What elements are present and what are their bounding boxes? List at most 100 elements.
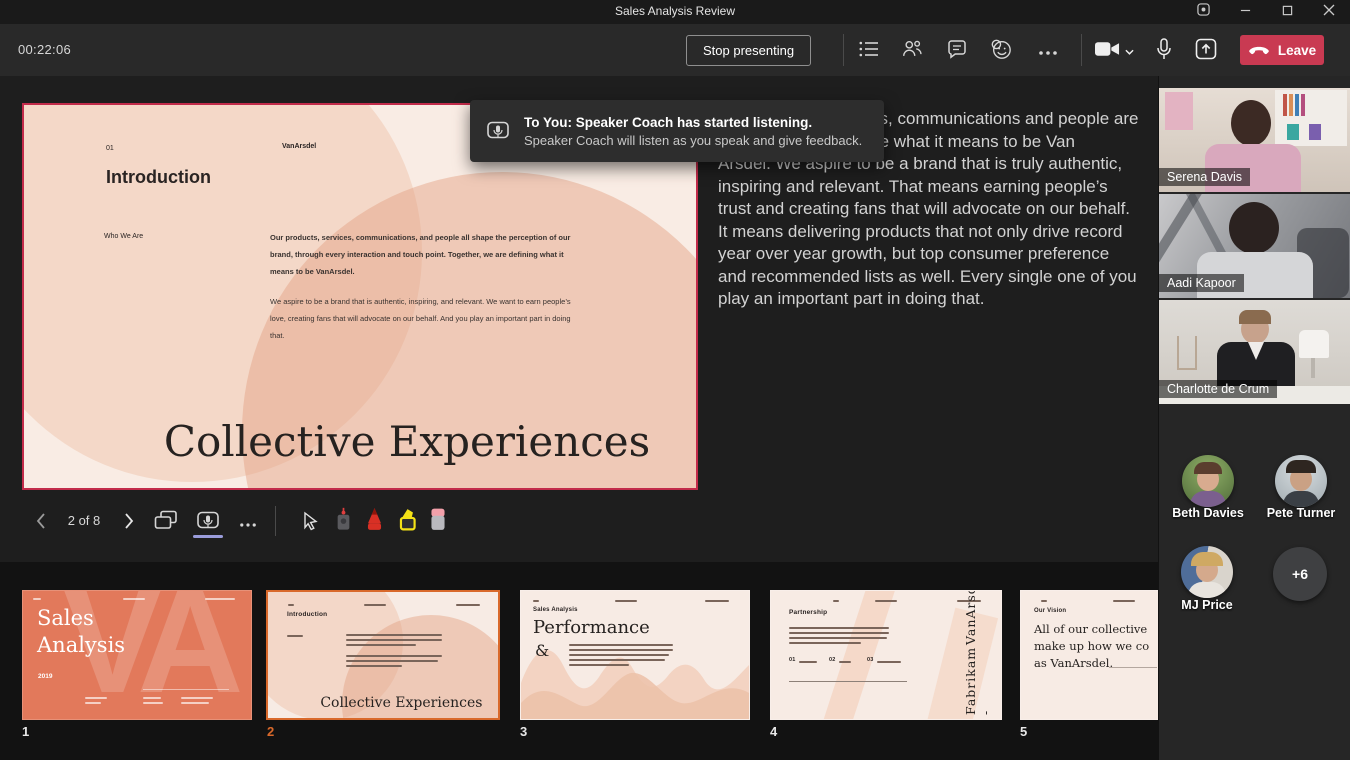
toast-body: Speaker Coach will listen as you speak a…: [524, 133, 862, 148]
chat-button[interactable]: [941, 34, 973, 66]
participant-name-label: Aadi Kapoor: [1159, 274, 1244, 292]
reactions-button[interactable]: [985, 34, 1017, 66]
book-spine: [1289, 94, 1293, 116]
teams-meeting-window: Sales Analysis Review: [0, 0, 1350, 760]
ellipsis-icon: [240, 515, 256, 530]
laser-pointer-icon: [335, 507, 352, 534]
more-options-button[interactable]: [1032, 34, 1064, 66]
slide-title: Introduction: [106, 167, 211, 188]
text-line-placeholder: [789, 637, 887, 639]
video-tile-aadi[interactable]: Aadi Kapoor: [1159, 194, 1350, 298]
minimize-button[interactable]: [1224, 0, 1266, 24]
person-silhouette: [1239, 310, 1271, 324]
avatar-pete[interactable]: [1275, 455, 1327, 507]
avatar-mj[interactable]: [1181, 546, 1233, 598]
slide-thumbnail-3[interactable]: Sales Analysis Performance &: [520, 590, 750, 720]
text-line-placeholder: [789, 627, 889, 629]
slide-thumbnail-4[interactable]: Partnership 01 02 03 Fabrikam - VanArsde…: [770, 590, 1002, 720]
book-spine: [1295, 94, 1299, 116]
participant-name-label: Charlotte de Crum: [1159, 380, 1277, 398]
people-icon: [901, 39, 923, 61]
laser-pointer-tool-button[interactable]: [330, 504, 356, 536]
thumbnail-title: Sales Analysis: [37, 605, 125, 659]
slide-page-number: 01: [106, 145, 114, 152]
text-line-placeholder: [569, 654, 669, 656]
thumbnail-number: 2: [267, 724, 274, 739]
popout-button[interactable]: [1182, 0, 1224, 24]
text-line-placeholder: [85, 697, 107, 699]
text-line-placeholder: [346, 639, 442, 641]
meeting-toolbar: 00:22:06 Stop presenting: [0, 24, 1350, 76]
grid-view-button[interactable]: [150, 506, 182, 538]
video-tile-charlotte[interactable]: Charlotte de Crum: [1159, 300, 1350, 404]
red-pen-icon: [365, 507, 384, 534]
annotation-more-button[interactable]: [232, 506, 264, 538]
text-line-placeholder: [205, 598, 235, 600]
text-line-placeholder: [875, 600, 897, 602]
chevron-left-icon: [36, 513, 46, 532]
avatar-beth[interactable]: [1182, 455, 1234, 507]
close-button[interactable]: [1308, 0, 1350, 24]
chair-decoration: [1299, 330, 1329, 358]
thumbnail-title: Partnership: [789, 609, 827, 616]
slide-brand-logo: VanArsdel: [282, 143, 316, 150]
meeting-timer: 00:22:06: [18, 42, 71, 57]
thumbnail-number: 5: [1020, 724, 1027, 739]
chevron-right-icon: [124, 513, 134, 532]
popout-icon: [1197, 3, 1210, 21]
chevron-down-icon: [1125, 43, 1134, 58]
previous-slide-button[interactable]: [28, 509, 54, 535]
video-tile-serena[interactable]: Serena Davis: [1159, 88, 1350, 192]
list-item-number: 03: [867, 657, 874, 663]
avatar-hair: [1194, 462, 1222, 474]
pointer-tool-button[interactable]: [296, 507, 324, 537]
highlighter-tool-button[interactable]: [392, 504, 422, 536]
leave-label: Leave: [1278, 43, 1316, 58]
camera-button[interactable]: [1090, 34, 1138, 66]
slide-headline: Collective Experiences: [164, 417, 650, 466]
avatar-hair: [1286, 460, 1316, 473]
speaker-coach-icon: [486, 119, 510, 143]
text-line-placeholder: [789, 632, 889, 634]
stop-presenting-button[interactable]: Stop presenting: [686, 35, 811, 66]
active-tool-underline: [193, 535, 223, 538]
speaker-coach-toast[interactable]: To You: Speaker Coach has started listen…: [470, 100, 884, 162]
poster-decoration: [1165, 92, 1193, 130]
slide-paragraph: We aspire to be a brand that is authenti…: [270, 293, 582, 344]
text-line-placeholder: [85, 702, 101, 704]
thumbnail-year: 2019: [38, 673, 52, 680]
list-item-number: 02: [829, 657, 836, 663]
participants-button[interactable]: [896, 34, 928, 66]
slide-thumbnail-2[interactable]: Introduction Collective Experiences: [266, 590, 500, 720]
pen-tool-button[interactable]: [360, 504, 388, 536]
speaker-coach-button[interactable]: [190, 506, 226, 538]
notes-line: play an important part in doing that.: [718, 288, 1148, 311]
next-slide-button[interactable]: [116, 509, 142, 535]
avatar-shoulders: [1283, 491, 1319, 507]
text-line-placeholder: [569, 659, 665, 661]
overflow-participants-badge[interactable]: +6: [1273, 547, 1327, 601]
agenda-button[interactable]: [853, 34, 885, 66]
chat-icon: [947, 39, 967, 62]
thumbnail-divider-line: [789, 681, 907, 682]
wave-chart-decoration: [521, 639, 749, 719]
camera-icon: [1095, 41, 1120, 60]
book-spine: [1301, 94, 1305, 116]
avatar-shoulders: [1190, 491, 1226, 507]
slide-thumbnail-1[interactable]: VA Sales Analysis 2019: [22, 590, 252, 720]
text-line-placeholder: [364, 604, 386, 606]
thumbnail-header: Sales Analysis: [533, 607, 578, 613]
window-controls: [1182, 0, 1350, 24]
slide-grid-icon: [154, 510, 178, 534]
share-screen-button[interactable]: [1190, 34, 1222, 66]
window-title: Sales Analysis Review: [0, 4, 1350, 18]
leave-button[interactable]: Leave: [1240, 35, 1324, 65]
avatar-name-label: Pete Turner: [1246, 506, 1350, 520]
notes-line: and recommended lists as well. Every sin…: [718, 266, 1148, 289]
maximize-button[interactable]: [1266, 0, 1308, 24]
microphone-button[interactable]: [1148, 34, 1180, 66]
eraser-tool-button[interactable]: [424, 504, 452, 536]
toast-text: To You: Speaker Coach has started listen…: [524, 115, 862, 148]
book-spine: [1283, 94, 1287, 116]
notes-line: It means delivering products that not on…: [718, 221, 1148, 244]
